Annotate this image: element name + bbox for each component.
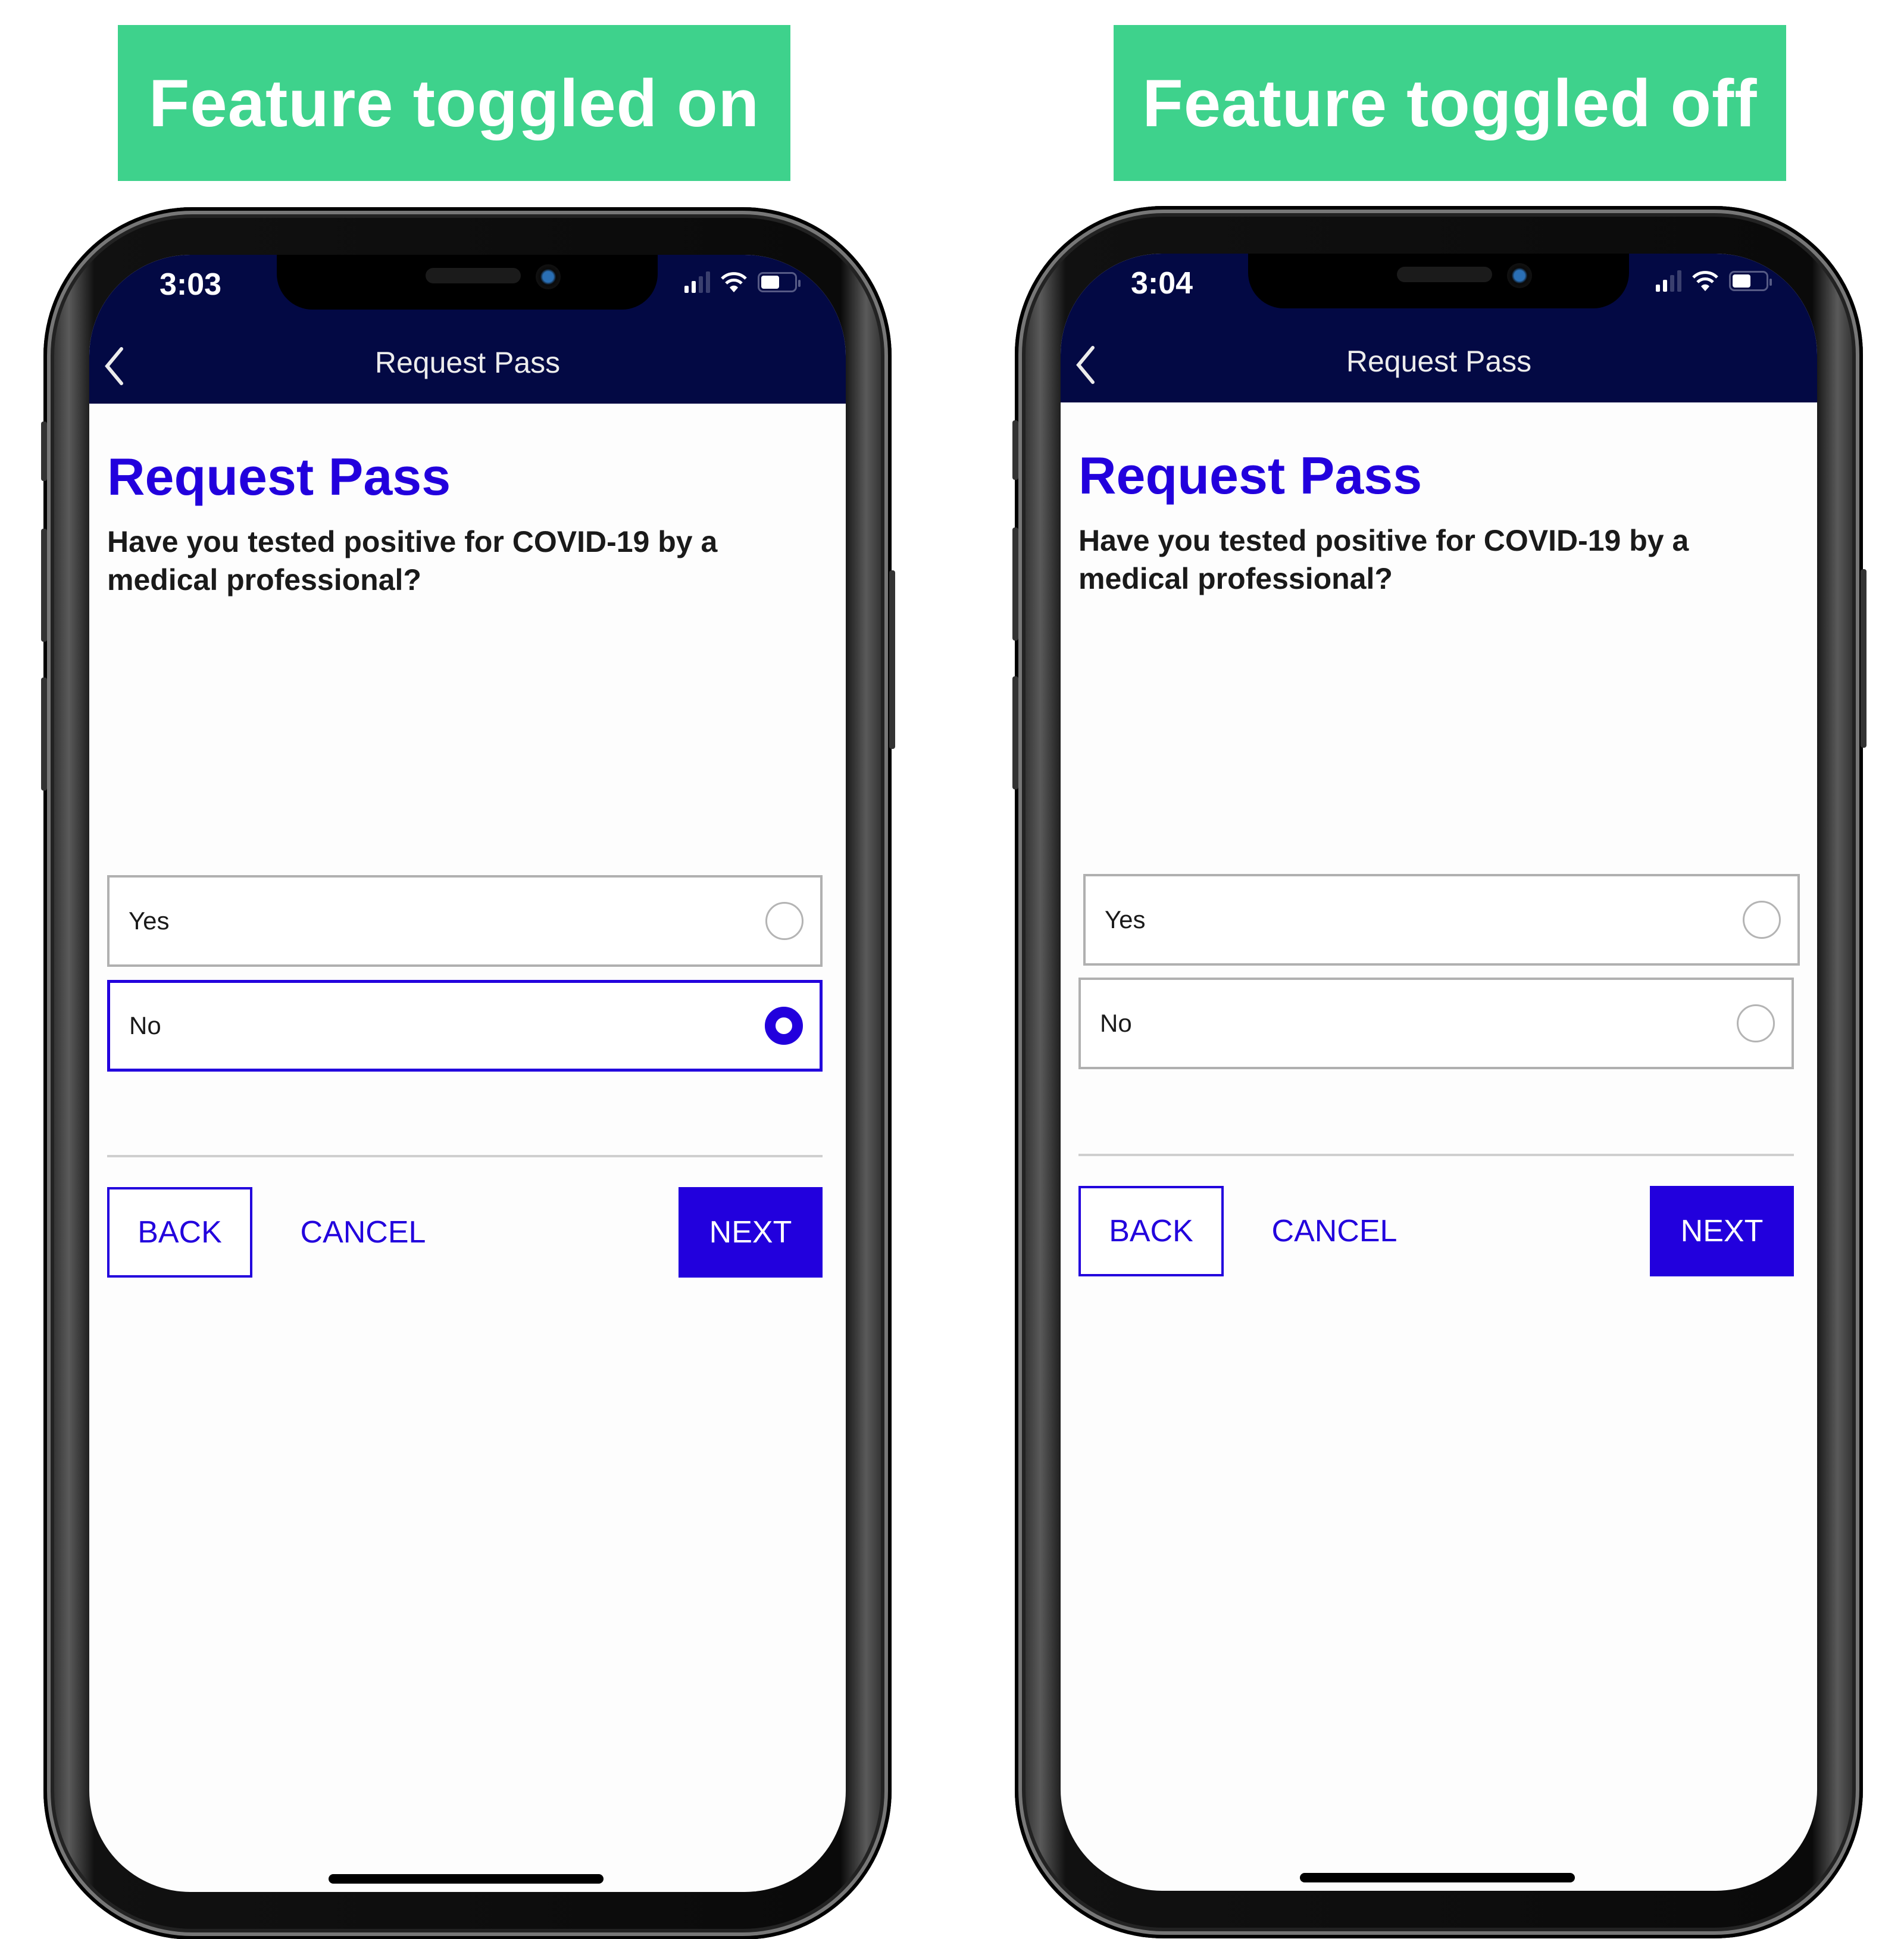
option-yes[interactable]: Yes [1083,874,1800,966]
option-label: Yes [1105,906,1146,933]
screen: 3:04 Request Pass Request Pass Have you … [1061,254,1817,1891]
question-text: Have you tested positive for COVID-19 by… [1078,524,1689,595]
back-button[interactable]: BACK [107,1187,252,1278]
screen: 3:03 Request Pass Request Pass Have you … [89,255,846,1892]
next-button[interactable]: NEXT [1650,1186,1794,1276]
battery-icon [758,272,801,292]
page-title: Request Pass [107,447,451,506]
radio-button-selected[interactable] [765,1007,803,1045]
volume-up-button [41,529,47,642]
volume-down-button [1012,676,1018,789]
option-no[interactable]: No [1078,978,1794,1069]
mute-switch [1012,420,1018,480]
back-button[interactable]: BACK [1078,1186,1224,1276]
option-label: Yes [129,907,170,935]
option-no[interactable]: No [107,980,823,1072]
page-title: Request Pass [1078,446,1422,505]
radio-button[interactable] [1743,901,1781,939]
option-label: No [129,1011,161,1039]
nav-title: Request Pass [374,346,561,379]
status-time: 3:03 [160,267,222,302]
signal-icon [1656,270,1681,292]
banner-label: Feature toggled off [1142,65,1758,140]
power-button [889,570,895,749]
home-indicator[interactable] [329,1874,604,1884]
speaker [426,268,521,283]
question-text: Have you tested positive for COVID-19 by… [107,525,718,597]
power-button [1861,569,1867,748]
divider [1078,1154,1794,1156]
cancel-button[interactable]: CANCEL [286,1187,440,1278]
battery-icon [1729,271,1772,291]
wifi-icon [1692,271,1718,291]
divider [107,1155,823,1157]
mute-switch [41,421,47,481]
home-indicator[interactable] [1300,1873,1575,1882]
banner-feature-on: Feature toggled on [118,25,790,181]
next-button[interactable]: NEXT [679,1187,823,1278]
banner-feature-off: Feature toggled off [1114,25,1786,181]
camera [1507,263,1532,288]
phone-feature-off: 3:04 Request Pass Request Pass Have you … [1012,206,1867,1938]
volume-down-button [41,677,47,791]
radio-button[interactable] [765,902,804,940]
signal-icon [684,271,710,293]
cancel-button[interactable]: CANCEL [1257,1186,1412,1276]
status-icons [1656,270,1772,292]
speaker [1397,267,1492,282]
nav-title: Request Pass [1346,345,1532,378]
radio-button[interactable] [1737,1004,1775,1042]
phone-feature-on: 3:03 Request Pass Request Pass Have you … [41,207,895,1939]
camera [536,264,561,289]
wifi-icon [721,272,747,292]
status-icons [684,271,801,293]
banner-label: Feature toggled on [149,65,759,140]
status-time: 3:04 [1131,266,1193,301]
option-label: No [1100,1009,1132,1037]
volume-up-button [1012,527,1018,641]
option-yes[interactable]: Yes [107,875,823,967]
